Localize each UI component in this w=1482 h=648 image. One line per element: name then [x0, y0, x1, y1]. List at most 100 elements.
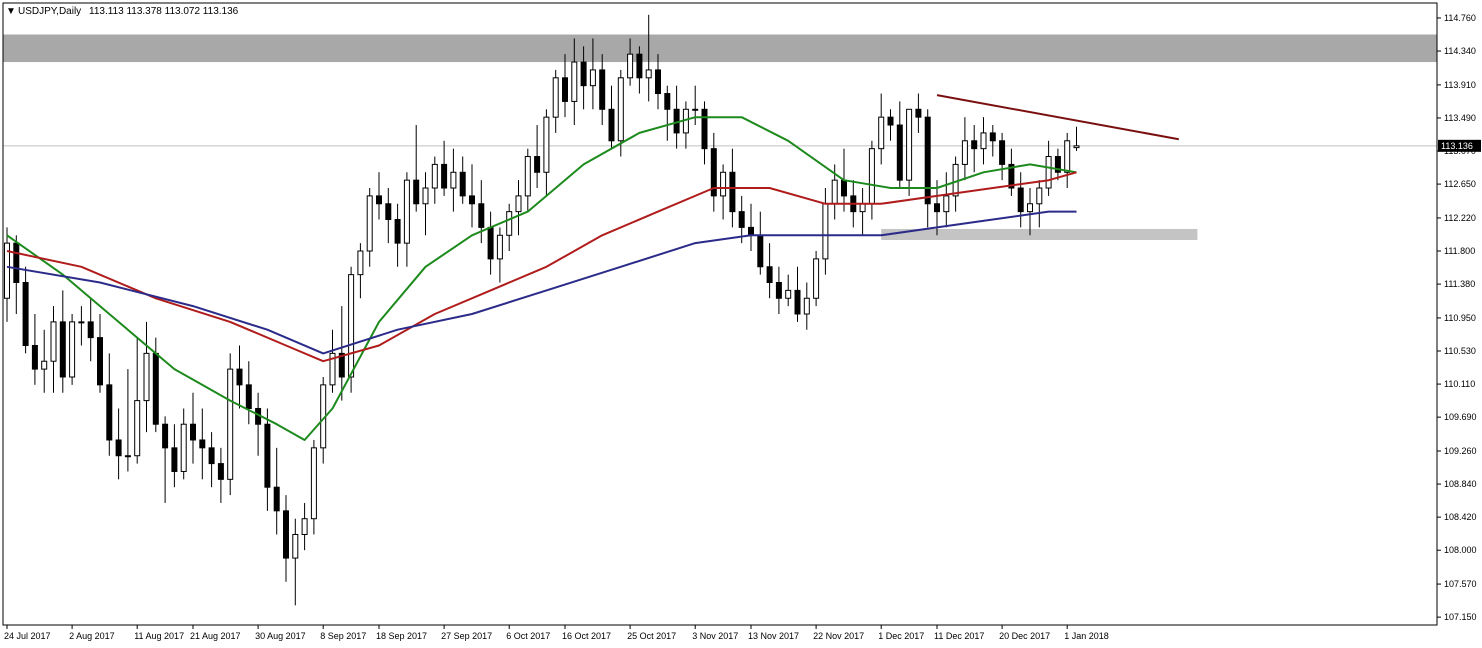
x-tick-label: 25 Oct 2017	[627, 631, 676, 641]
candle-up-body	[496, 234, 503, 260]
candle-up-body	[506, 211, 513, 236]
candle-down-body	[171, 447, 178, 472]
x-tick-label: 22 Nov 2017	[813, 631, 864, 641]
candle-up-body	[69, 321, 76, 378]
current-price-label: 113.136	[1441, 141, 1473, 151]
candle-down-body	[999, 140, 1006, 165]
x-tick-label: 16 Oct 2017	[562, 631, 611, 641]
candle-down-body	[376, 195, 382, 205]
candle-up-body	[1073, 145, 1080, 149]
candle-down-body	[794, 289, 801, 315]
x-tick-label: 3 Nov 2017	[692, 631, 738, 641]
candle-down-body	[152, 352, 159, 425]
candle-down-body	[971, 140, 978, 150]
candle-up-body	[524, 156, 531, 197]
x-tick-label: 21 Aug 2017	[190, 631, 241, 641]
candle-down-body	[896, 124, 903, 181]
candle-down-body	[748, 226, 754, 236]
candle-up-body	[78, 321, 85, 324]
candle-up-body	[301, 518, 308, 535]
candle-up-body	[878, 116, 885, 150]
candle-down-body	[31, 344, 38, 370]
candle-up-body	[1045, 156, 1052, 189]
candle-down-body	[924, 116, 931, 205]
candle-up-body	[859, 203, 866, 213]
x-tick-label: 1 Dec 2017	[878, 631, 924, 641]
chart-background	[0, 0, 1482, 648]
candle-up-body	[41, 360, 48, 370]
candle-down-body	[655, 69, 661, 95]
candle-down-body	[413, 179, 420, 205]
candle-down-body	[757, 234, 764, 268]
chart-title-triangle-icon[interactable]: ▼	[6, 6, 16, 17]
candle-down-body	[608, 108, 615, 142]
candle-down-body	[915, 108, 922, 118]
usdjpy-daily-chart[interactable]: 114.760114.340113.910113.490113.070112.6…	[0, 0, 1482, 648]
candle-down-body	[459, 171, 466, 197]
candle-up-body	[943, 195, 950, 213]
candle-down-body	[580, 61, 587, 87]
y-tick-label: 114.760	[1444, 13, 1476, 23]
candle-down-body	[217, 463, 224, 480]
candle-down-body	[738, 211, 745, 228]
candle-up-body	[571, 61, 578, 102]
candle-down-body	[636, 53, 643, 79]
x-tick-label: 11 Aug 2017	[134, 631, 184, 641]
candle-down-body	[22, 282, 29, 346]
x-tick-label: 30 Aug 2017	[255, 631, 306, 641]
candle-up-body	[348, 274, 355, 378]
candle-down-body	[59, 321, 66, 378]
candle-down-body	[664, 93, 671, 110]
candle-up-body	[403, 179, 410, 244]
candle-down-body	[766, 266, 773, 284]
candle-up-body	[627, 53, 634, 79]
candle-down-body	[199, 439, 206, 449]
candle-up-body	[1064, 140, 1071, 173]
candle-up-body	[803, 297, 810, 315]
candle-up-body	[543, 116, 550, 173]
candle-up-body	[785, 289, 792, 299]
candle-up-body	[450, 171, 457, 189]
candle-up-body	[868, 148, 875, 205]
y-tick-label: 113.910	[1444, 80, 1476, 90]
candle-down-body	[599, 69, 606, 110]
candle-up-body	[515, 195, 522, 213]
candle-up-body	[431, 163, 438, 189]
candle-down-body	[236, 368, 243, 386]
y-tick-label: 110.110	[1444, 379, 1475, 389]
x-tick-label: 2 Aug 2017	[69, 631, 115, 641]
candle-up-body	[813, 258, 820, 299]
candle-down-body	[989, 132, 996, 142]
candle-up-body	[617, 77, 624, 142]
y-tick-label: 111.380	[1444, 279, 1475, 289]
x-tick-label: 8 Sep 2017	[320, 631, 366, 641]
candle-down-body	[562, 77, 568, 102]
candle-up-body	[292, 533, 299, 559]
y-tick-label: 113.490	[1444, 113, 1476, 123]
candle-up-body	[134, 400, 141, 457]
candle-down-body	[97, 337, 103, 386]
y-tick-label: 112.650	[1444, 179, 1476, 189]
candle-down-body	[394, 219, 401, 244]
candle-down-body	[729, 171, 736, 213]
y-tick-label: 107.150	[1444, 612, 1477, 622]
candle-up-body	[124, 455, 131, 458]
y-tick-label: 114.340	[1444, 46, 1476, 56]
candle-up-body	[645, 69, 652, 79]
candle-down-body	[273, 486, 280, 512]
y-tick-label: 107.570	[1444, 579, 1477, 589]
candle-down-body	[775, 282, 782, 299]
candle-up-body	[589, 69, 596, 87]
candle-up-body	[357, 250, 364, 276]
candle-up-body	[906, 108, 913, 181]
x-tick-label: 6 Oct 2017	[506, 631, 550, 641]
candle-up-body	[180, 423, 187, 472]
candle-down-body	[701, 108, 708, 150]
x-tick-label: 18 Sep 2017	[376, 631, 427, 641]
x-tick-label: 27 Sep 2017	[441, 631, 492, 641]
candle-down-body	[87, 321, 94, 339]
x-tick-label: 20 Dec 2017	[999, 631, 1050, 641]
candle-down-body	[245, 384, 252, 409]
candle-up-body	[822, 203, 829, 260]
y-tick-label: 109.260	[1444, 446, 1477, 456]
